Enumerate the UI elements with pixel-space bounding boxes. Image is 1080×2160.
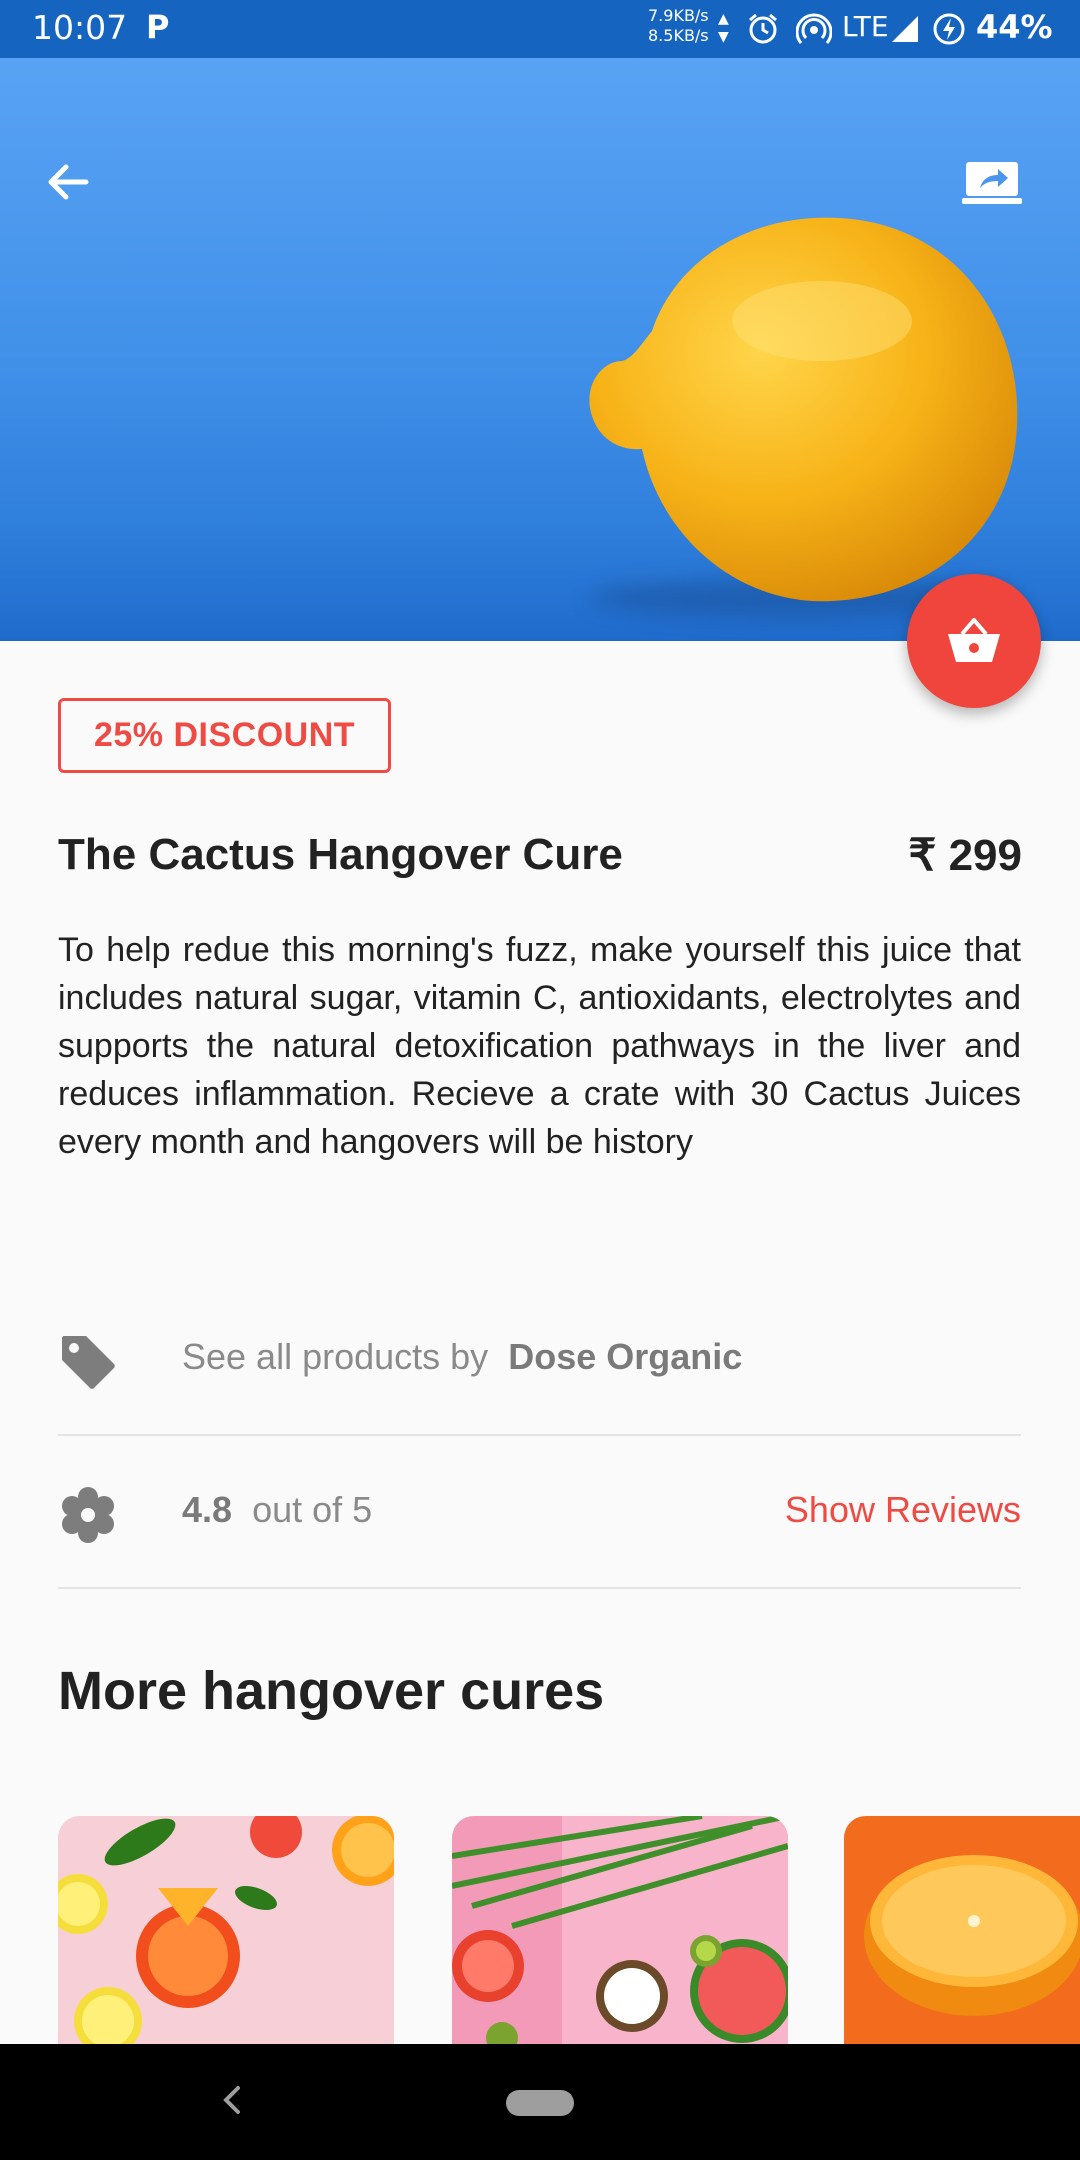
show-reviews-link[interactable]: Show Reviews: [785, 1489, 1021, 1531]
product-title: The Cactus Hangover Cure: [58, 830, 623, 879]
seller-brand[interactable]: Dose Organic: [508, 1336, 742, 1377]
seller-row[interactable]: See all products by Dose Organic: [58, 1284, 1021, 1436]
recommendation-card[interactable]: [844, 1816, 1080, 2056]
product-detail-screen: 10:07 P 7.9KB/s 8.5KB/s ▲ ▼ LTE 44% 25% …: [0, 0, 1080, 2160]
hero-image: [0, 58, 1080, 641]
rating-text: 4.8 out of 5: [182, 1489, 372, 1531]
orange-half-image: [864, 1855, 1080, 2016]
alarm-icon: [749, 13, 777, 44]
citrus-slices-image: [58, 1816, 394, 2055]
tag-icon: [62, 1336, 115, 1389]
rating-row: 4.8 out of 5 Show Reviews: [58, 1437, 1021, 1589]
recommendation-card[interactable]: [58, 1816, 394, 2056]
status-time: 10:07: [32, 8, 128, 47]
discount-badge: 25% DISCOUNT: [58, 698, 391, 773]
more-section-title: More hangover cures: [58, 1661, 605, 1721]
tropical-fruit-image: [452, 1816, 788, 2056]
battery-charging-icon: [933, 13, 965, 45]
rating-suffix: out of 5: [252, 1489, 373, 1530]
status-bar: 10:07 P 7.9KB/s 8.5KB/s ▲ ▼ LTE 44%: [0, 0, 1080, 58]
speed-up: 7.9KB/s: [648, 6, 709, 25]
network-speed: 7.9KB/s 8.5KB/s: [648, 6, 709, 46]
network-type: LTE: [842, 10, 889, 43]
back-arrow-icon[interactable]: [40, 154, 96, 210]
system-nav-bar: [0, 2044, 1080, 2160]
hotspot-icon: [796, 13, 832, 44]
share-screen-icon[interactable]: [962, 158, 1022, 208]
battery-level: 44%: [976, 8, 1053, 46]
seller-prefix: See all products by: [182, 1336, 489, 1377]
data-arrows-icon: ▲ ▼: [718, 11, 729, 45]
nav-home-pill[interactable]: [506, 2090, 574, 2116]
nav-back-icon[interactable]: [220, 2084, 244, 2116]
product-description: To help redue this morning's fuzz, make …: [58, 931, 1021, 1161]
flower-icon: [62, 1487, 114, 1543]
add-to-basket-button[interactable]: [907, 574, 1041, 708]
seller-text: See all products by Dose Organic: [182, 1336, 742, 1378]
lemon-illustration: [589, 217, 1018, 602]
speed-down: 8.5KB/s: [648, 26, 709, 45]
basket-icon: [948, 618, 1000, 662]
parking-icon: P: [146, 8, 170, 46]
product-price: ₹ 299: [908, 831, 1022, 880]
rating-value: 4.8: [182, 1489, 233, 1530]
recommendation-card[interactable]: [452, 1816, 788, 2056]
signal-icon: [892, 16, 918, 42]
